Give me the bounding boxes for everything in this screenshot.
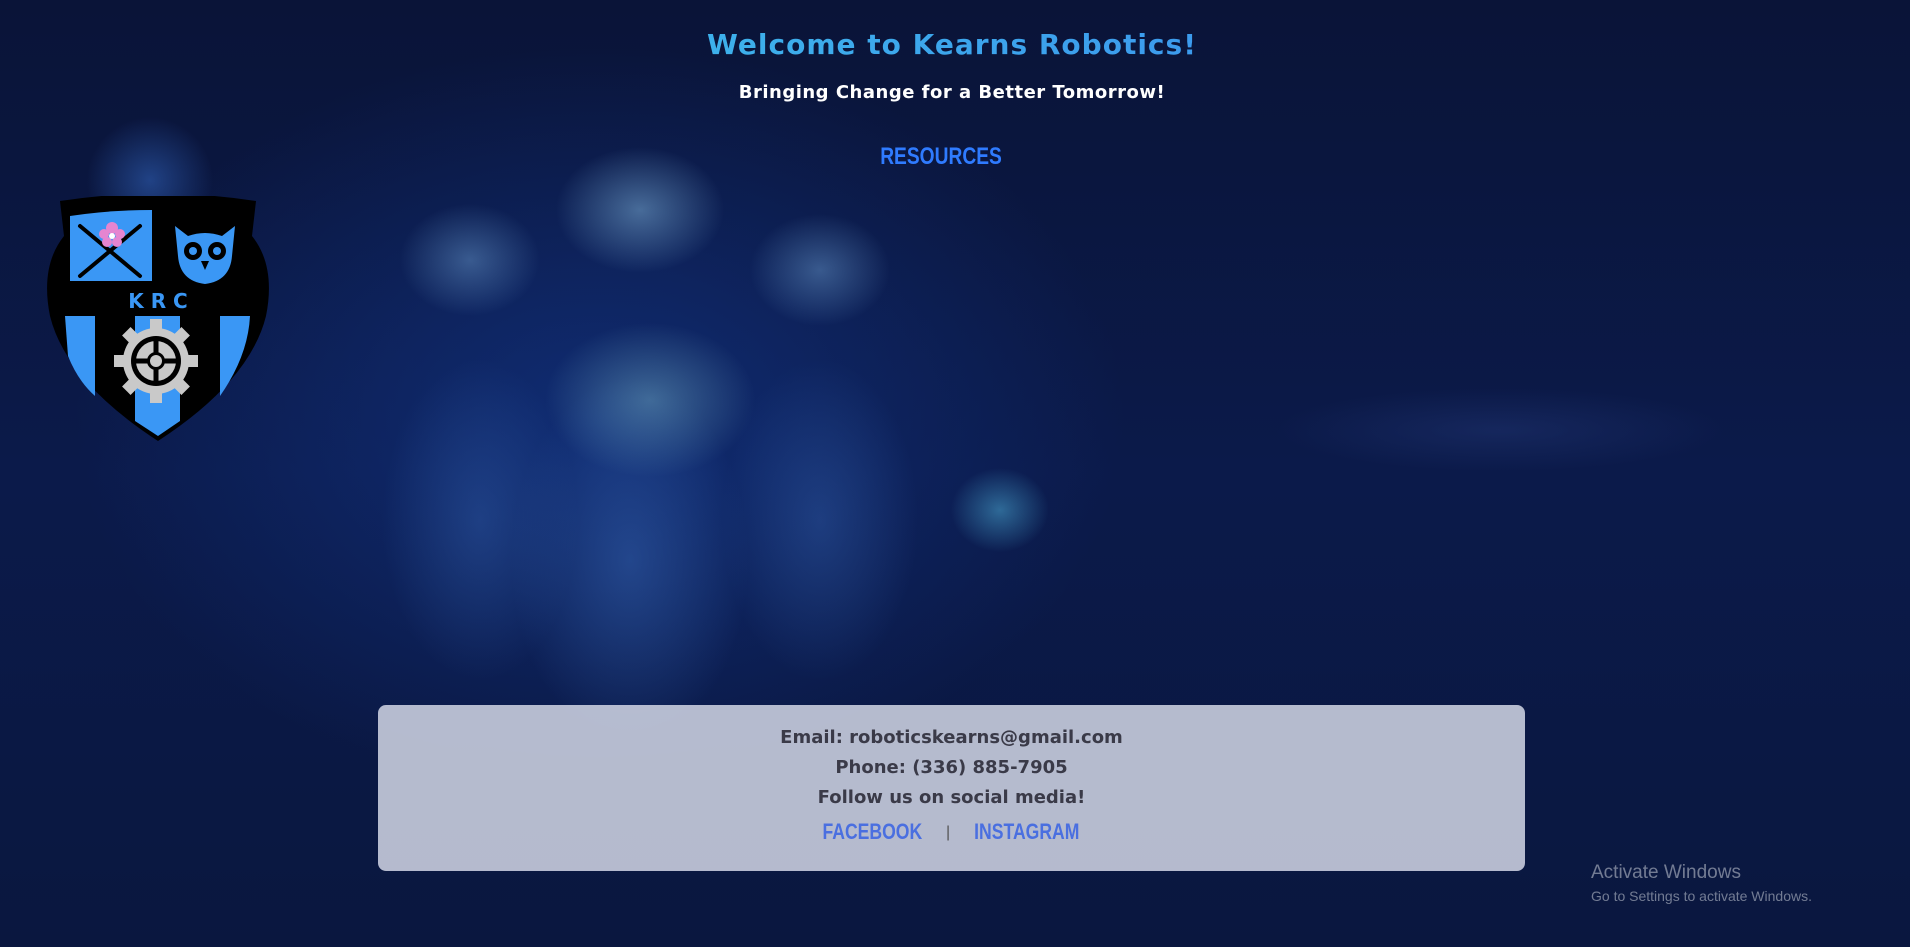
- facebook-link[interactable]: FACEBOOK: [823, 819, 923, 845]
- page-title: Welcome to Kearns Robotics!: [0, 28, 1904, 61]
- phone-text: Phone: (336) 885-7905: [835, 757, 1068, 778]
- contact-footer: Email: roboticskearns@gmail.com Phone: (…: [378, 705, 1525, 871]
- activate-windows-watermark: Activate Windows Go to Settings to activ…: [1591, 862, 1812, 904]
- watermark-title: Activate Windows: [1591, 862, 1741, 883]
- social-links: FACEBOOK | INSTAGRAM: [378, 819, 1525, 845]
- krc-logo: K R C: [47, 196, 269, 441]
- watermark-subtitle: Go to Settings to activate Windows.: [1591, 888, 1812, 904]
- gear-icon: [114, 319, 198, 403]
- instagram-link[interactable]: INSTAGRAM: [974, 819, 1079, 845]
- follow-text: Follow us on social media!: [817, 787, 1086, 808]
- resources-link[interactable]: RESOURCES: [188, 143, 1694, 171]
- page-subtitle: Bringing Change for a Better Tomorrow!: [738, 82, 1166, 103]
- svg-text:K R C: K R C: [128, 289, 188, 313]
- email-text: Email: roboticskearns@gmail.com: [780, 727, 1123, 748]
- social-separator: |: [945, 824, 951, 841]
